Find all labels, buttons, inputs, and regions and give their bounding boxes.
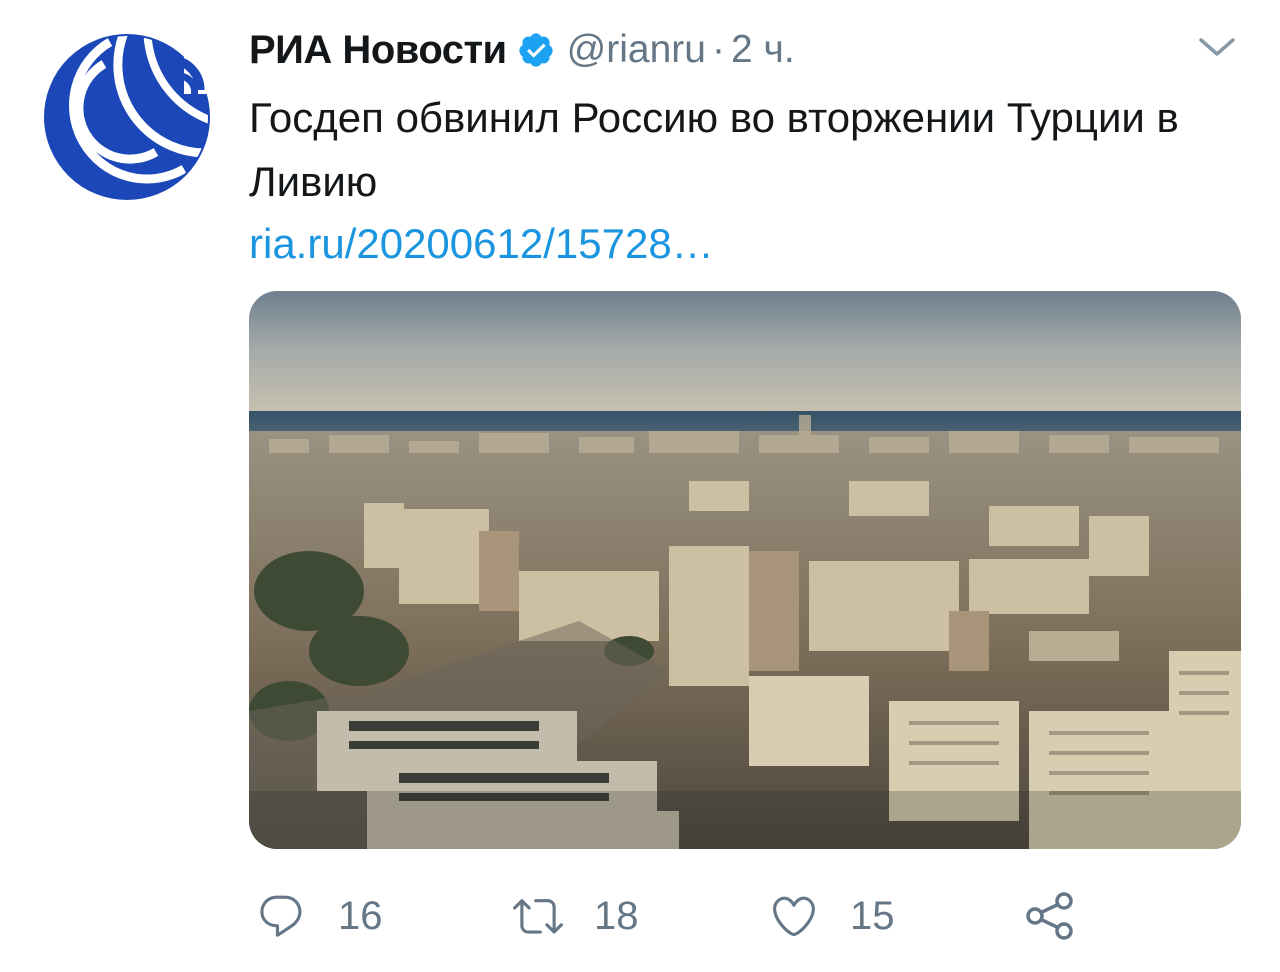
tweet-link[interactable]: ria.ru/20200612/15728…: [249, 216, 714, 272]
city-photo: [249, 291, 1241, 849]
avatar[interactable]: [44, 34, 214, 200]
speech-bubble-icon: [260, 895, 302, 937]
author-name[interactable]: РИА Новости: [249, 28, 507, 73]
retweet-count: 18: [594, 893, 639, 938]
chevron-down-icon: [1199, 38, 1235, 56]
tweet-text: Госдеп обвинил Россию во вторжении Турци…: [249, 94, 1179, 205]
ria-logo-icon: [44, 34, 214, 200]
reply-button[interactable]: 16: [256, 886, 383, 946]
tweet-timestamp[interactable]: 2 ч.: [731, 28, 795, 72]
tweet-actions: 16 18 15: [0, 886, 1280, 946]
share-nodes-icon: [1026, 892, 1073, 940]
tweet-header: РИА Новости @rianru · 2 ч.: [249, 22, 795, 78]
reply-count: 16: [338, 893, 383, 938]
verified-badge-icon: [517, 31, 555, 69]
author-handle[interactable]: @rianru: [567, 28, 706, 72]
like-count: 15: [850, 893, 895, 938]
share-button[interactable]: [1024, 886, 1076, 946]
like-button[interactable]: 15: [768, 886, 895, 946]
tweet-menu-button[interactable]: [1195, 34, 1239, 62]
heart-icon: [773, 896, 815, 937]
retweet-button[interactable]: 18: [508, 886, 639, 946]
separator-dot: ·: [711, 28, 725, 71]
retweet-arrows-icon: [513, 899, 563, 934]
tweet-photo[interactable]: [249, 291, 1241, 849]
